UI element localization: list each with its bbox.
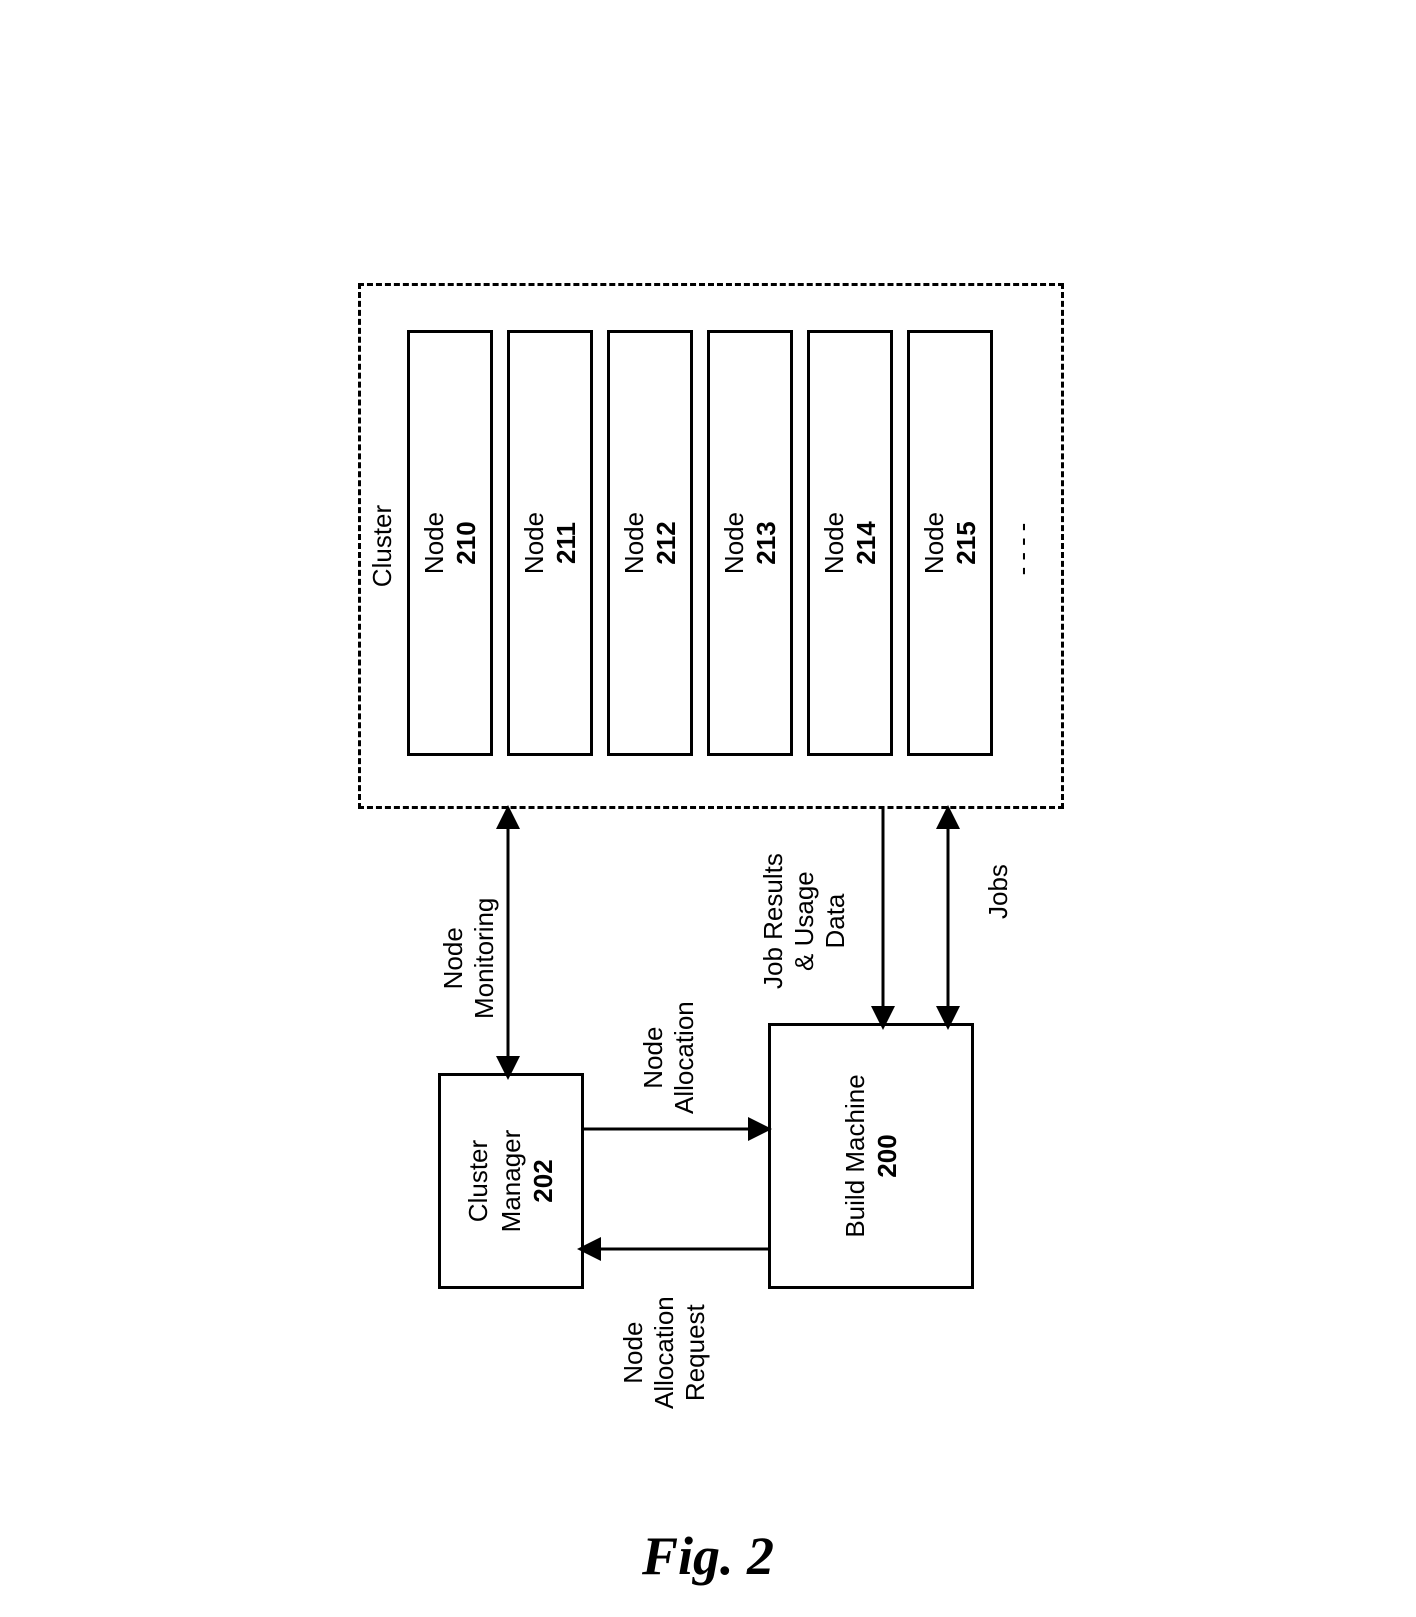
- node-box: Node 215: [907, 330, 993, 756]
- label-job-results: Job Results& UsageData: [758, 853, 852, 989]
- build-machine-box: Build Machine 200: [768, 1023, 974, 1289]
- node-number: 215: [950, 521, 983, 564]
- node-box: Node 213: [707, 330, 793, 756]
- node-number: 210: [450, 521, 483, 564]
- node-label: Node: [918, 511, 951, 573]
- diagram-canvas: ClusterManager 202 Build Machine 200 Clu…: [338, 269, 1078, 1349]
- node-number: 212: [650, 521, 683, 564]
- label-jobs: Jobs: [983, 864, 1014, 919]
- node-box: Node 214: [807, 330, 893, 756]
- cluster-manager-number: 202: [527, 1159, 560, 1202]
- node-number: 213: [750, 521, 783, 564]
- cluster-title: Cluster: [367, 286, 398, 806]
- node-label: Node: [418, 511, 451, 573]
- node-number: 211: [550, 522, 583, 564]
- node-ellipsis: ----: [1007, 336, 1038, 756]
- node-number: 214: [850, 521, 883, 564]
- node-label: Node: [818, 511, 851, 573]
- node-label: Node: [618, 511, 651, 573]
- build-machine-number: 200: [871, 1134, 904, 1177]
- node-label: Node: [518, 511, 551, 573]
- label-node-allocation: NodeAllocation: [638, 1001, 700, 1114]
- node-label: Node: [718, 511, 751, 573]
- node-box: Node 212: [607, 330, 693, 756]
- cluster-manager-label: ClusterManager: [462, 1129, 527, 1232]
- cluster-group: Cluster Node 210 Node 211 Node 212 Node …: [358, 283, 1064, 809]
- build-machine-label: Build Machine: [839, 1074, 872, 1237]
- node-box: Node 210: [407, 330, 493, 756]
- node-box: Node 211: [507, 330, 593, 756]
- label-node-allocation-request: NodeAllocationRequest: [618, 1296, 712, 1409]
- label-node-monitoring: NodeMonitoring: [438, 897, 500, 1018]
- figure-caption: Fig. 2: [642, 1525, 774, 1587]
- cluster-manager-box: ClusterManager 202: [438, 1073, 584, 1289]
